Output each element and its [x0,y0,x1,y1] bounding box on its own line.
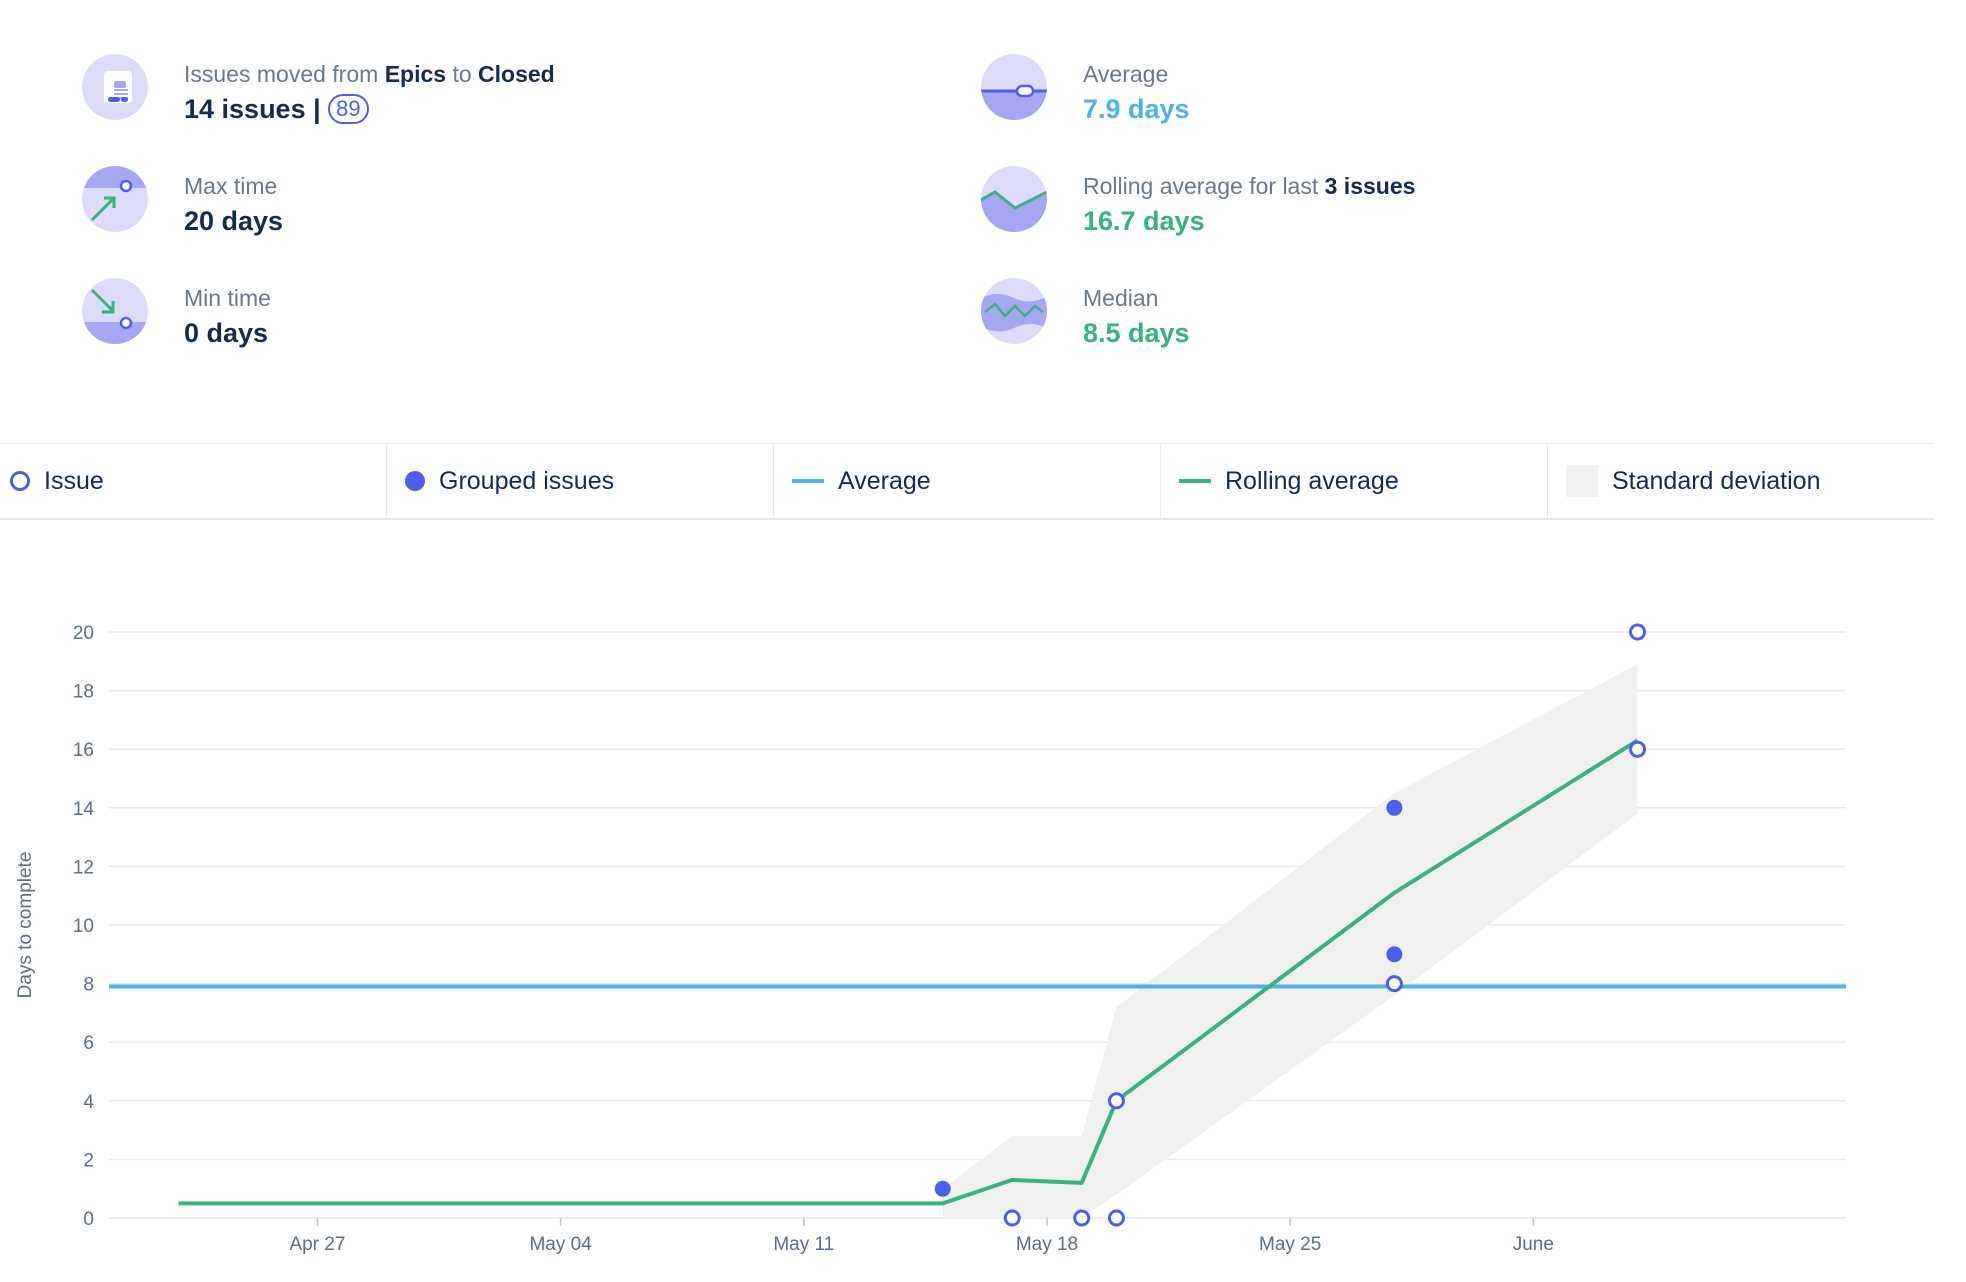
average-value: 7.9 days [1083,94,1190,124]
grouped-marker-icon [405,471,425,491]
y-tick-label: 6 [83,1033,94,1054]
y-tick-label: 10 [73,916,94,937]
y-tick-label: 20 [73,623,94,644]
issue-point [1107,1209,1125,1227]
issues-badge[interactable]: 89 [328,94,369,124]
y-tick-label: 12 [73,857,94,878]
legend-issue-label: Issue [44,466,104,495]
legend-average-label: Average [838,466,931,495]
issue-point [1003,1209,1021,1227]
y-axis-label: Days to complete [15,852,36,999]
legend-item-average[interactable]: Average [774,444,1161,518]
legend-rolling-label: Rolling average [1225,466,1399,495]
rolling-average-label: Rolling average for last 3 issues [1083,173,1416,199]
issue-point [1629,623,1647,641]
issue-card-icon [82,54,148,120]
min-time-icon [82,278,148,344]
x-tick-label: May 04 [529,1234,592,1255]
issue-point [1107,1092,1125,1110]
stat-rolling-average: Rolling average for last 3 issues 16.7 d… [981,166,1415,240]
stddev-swatch-icon [1566,465,1598,497]
y-tick-label: 8 [83,975,94,996]
rolling-line-icon [1179,479,1211,483]
rolling-average-value: 16.7 days [1083,206,1205,236]
x-tick-label: May 11 [773,1234,834,1255]
issue-marker-icon [10,471,30,491]
x-tick-label: May 25 [1259,1234,1321,1255]
legend-item-grouped[interactable]: Grouped issues [387,444,774,518]
grouped-issue-point [1386,799,1403,816]
max-time-icon [82,166,148,232]
stddev-band [942,664,1638,1218]
median-value: 8.5 days [1083,318,1190,348]
issues-count: 14 issues | 89 [184,90,555,128]
min-time-value: 0 days [184,318,269,348]
y-tick-label: 18 [73,682,94,703]
y-tick-label: 0 [83,1209,94,1230]
legend-stddev-label: Standard deviation [1612,466,1821,495]
stat-median: Median 8.5 days [981,278,1190,352]
legend-item-rolling[interactable]: Rolling average [1161,444,1548,518]
median-icon [981,278,1047,344]
issue-point [1385,975,1403,993]
stat-average: Average 7.9 days [981,54,1190,128]
median-label: Median [1083,285,1159,311]
average-icon [981,54,1047,120]
min-time-label: Min time [184,285,271,311]
y-tick-label: 14 [73,799,95,820]
y-tick-label: 4 [83,1092,94,1113]
issue-point [1073,1209,1091,1227]
x-tick-label: Apr 27 [289,1234,345,1255]
x-tick-label: June [1513,1234,1554,1255]
y-tick-label: 16 [73,740,94,761]
legend-item-issue[interactable]: Issue [0,444,387,518]
stat-min-time: Min time 0 days [82,278,271,352]
legend-item-stddev[interactable]: Standard deviation [1548,444,1934,518]
x-tick-label: May 18 [1016,1234,1078,1255]
stat-issues-moved: Issues moved from Epics to Closed 14 iss… [82,54,555,128]
max-time-value: 20 days [184,206,284,236]
max-time-label: Max time [184,173,278,199]
chart-legend: Issue Grouped issues Average Rolling ave… [0,443,1934,520]
control-chart: 0 2 4 6 8 10 12 14 16 18 20 Apr 27 May 04 May 11 May 1… [15,623,1846,1255]
issue-point [1629,740,1647,758]
legend-grouped-label: Grouped issues [439,466,615,495]
y-tick-label: 2 [83,1150,94,1171]
grouped-issue-point [934,1180,951,1197]
average-label: Average [1083,61,1169,87]
issues-moved-label: Issues moved from Epics to Closed [184,61,555,87]
stat-max-time: Max time 20 days [82,166,283,240]
rolling-average-icon [981,166,1047,232]
average-line-icon [792,479,824,483]
grouped-issue-point [1386,946,1403,963]
